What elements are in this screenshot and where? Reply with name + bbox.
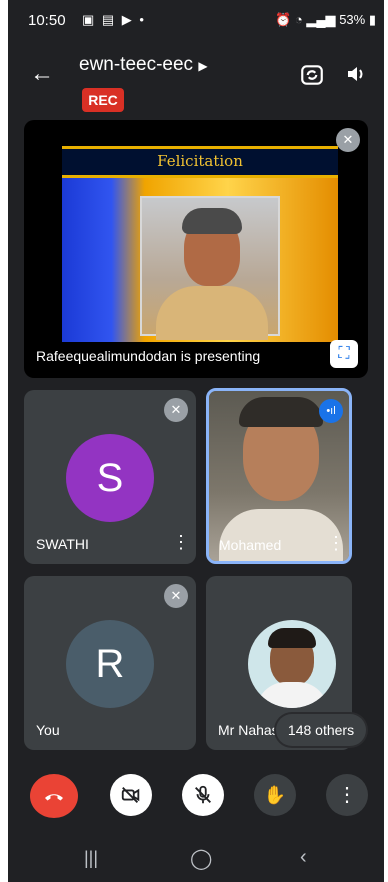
avatar: S (66, 434, 154, 522)
status-bar: 10:50 ▣ ▤ ▶ • ⏰ ◔ ▂▄▆ 53% ▮ (8, 0, 384, 42)
fullscreen-icon[interactable]: ⛶ (330, 340, 358, 368)
participant-name: SWATHI (36, 536, 89, 552)
mic-off-icon: ✕ (164, 398, 188, 422)
presenter-label: Rafeequealimundodan is presenting (36, 348, 261, 364)
presentation-slide: Felicitation (62, 146, 338, 342)
others-count-pill[interactable]: 148 others (276, 714, 366, 746)
mic-off-icon: ✕ (336, 128, 360, 152)
camera-switch-icon[interactable] (298, 62, 326, 90)
more-options-button[interactable]: ⋮ (326, 774, 368, 816)
system-nav-bar: ||| ◯ ‹ (8, 838, 384, 882)
back-nav-icon[interactable]: ‹ (300, 846, 307, 869)
presentation-tile[interactable]: ✕ Felicitation Rafeequealimundodan is pr… (24, 120, 368, 378)
signal-icon: ▂▄▆ (306, 12, 336, 27)
call-controls: ✋ ⋮ (8, 760, 384, 830)
participant-name: You (36, 722, 60, 738)
meeting-title[interactable]: ewn-teec-eec ▶ (79, 54, 208, 76)
mic-off-icon (195, 785, 211, 804)
battery-percent: 53% (339, 12, 366, 27)
wifi-icon: ◔ (294, 12, 303, 27)
battery-icon: ▮ (368, 12, 376, 27)
phone-screen: 10:50 ▣ ▤ ▶ • ⏰ ◔ ▂▄▆ 53% ▮ ← ewn-teec-e… (8, 0, 384, 882)
end-call-button[interactable] (30, 774, 78, 818)
video-hair (239, 397, 323, 427)
status-notification-icons: ▣ ▤ ▶ • (82, 12, 146, 27)
alarm-icon: ⏰ (275, 12, 292, 27)
recent-apps-icon[interactable]: ||| (84, 848, 98, 869)
status-time: 10:50 (28, 12, 66, 29)
status-right: ⏰ ◔ ▂▄▆ 53% ▮ (275, 12, 376, 28)
chevron-right-icon: ▶ (198, 59, 208, 73)
video-shirt (219, 509, 343, 561)
mic-off-icon: ✕ (164, 584, 188, 608)
participant-tile-you[interactable]: ✕ R You (24, 576, 196, 750)
raise-hand-button[interactable]: ✋ (254, 774, 296, 816)
participant-tile-swathi[interactable]: ✕ S SWATHI ⋮ (24, 390, 196, 564)
slide-photo (140, 196, 280, 340)
more-vert-icon[interactable]: ⋮ (327, 533, 345, 554)
camera-off-button[interactable] (110, 774, 152, 816)
avatar: R (66, 620, 154, 708)
meeting-title-text: ewn-teec-eec (79, 54, 194, 75)
meeting-top-bar: ← ewn-teec-eec ▶ REC (8, 46, 384, 116)
participant-name: Mohamed (219, 537, 282, 553)
slide-title: Felicitation (157, 152, 243, 170)
hand-icon: ✋ (263, 785, 287, 805)
home-icon[interactable]: ◯ (190, 846, 212, 871)
participant-tile-mohamed[interactable]: •ıl Mohamed ⋮ (206, 388, 352, 564)
participant-name: Mr Nahas (218, 722, 279, 738)
more-vert-icon[interactable]: ⋮ (172, 532, 190, 553)
more-vert-icon: ⋮ (337, 784, 357, 806)
avatar (248, 620, 336, 708)
speaking-indicator-icon: •ıl (319, 399, 343, 423)
camera-off-icon (121, 787, 140, 803)
speaker-icon[interactable] (342, 62, 370, 90)
mic-off-button[interactable] (182, 774, 224, 816)
recording-badge: REC (82, 88, 124, 112)
back-arrow-icon[interactable]: ← (30, 60, 54, 88)
